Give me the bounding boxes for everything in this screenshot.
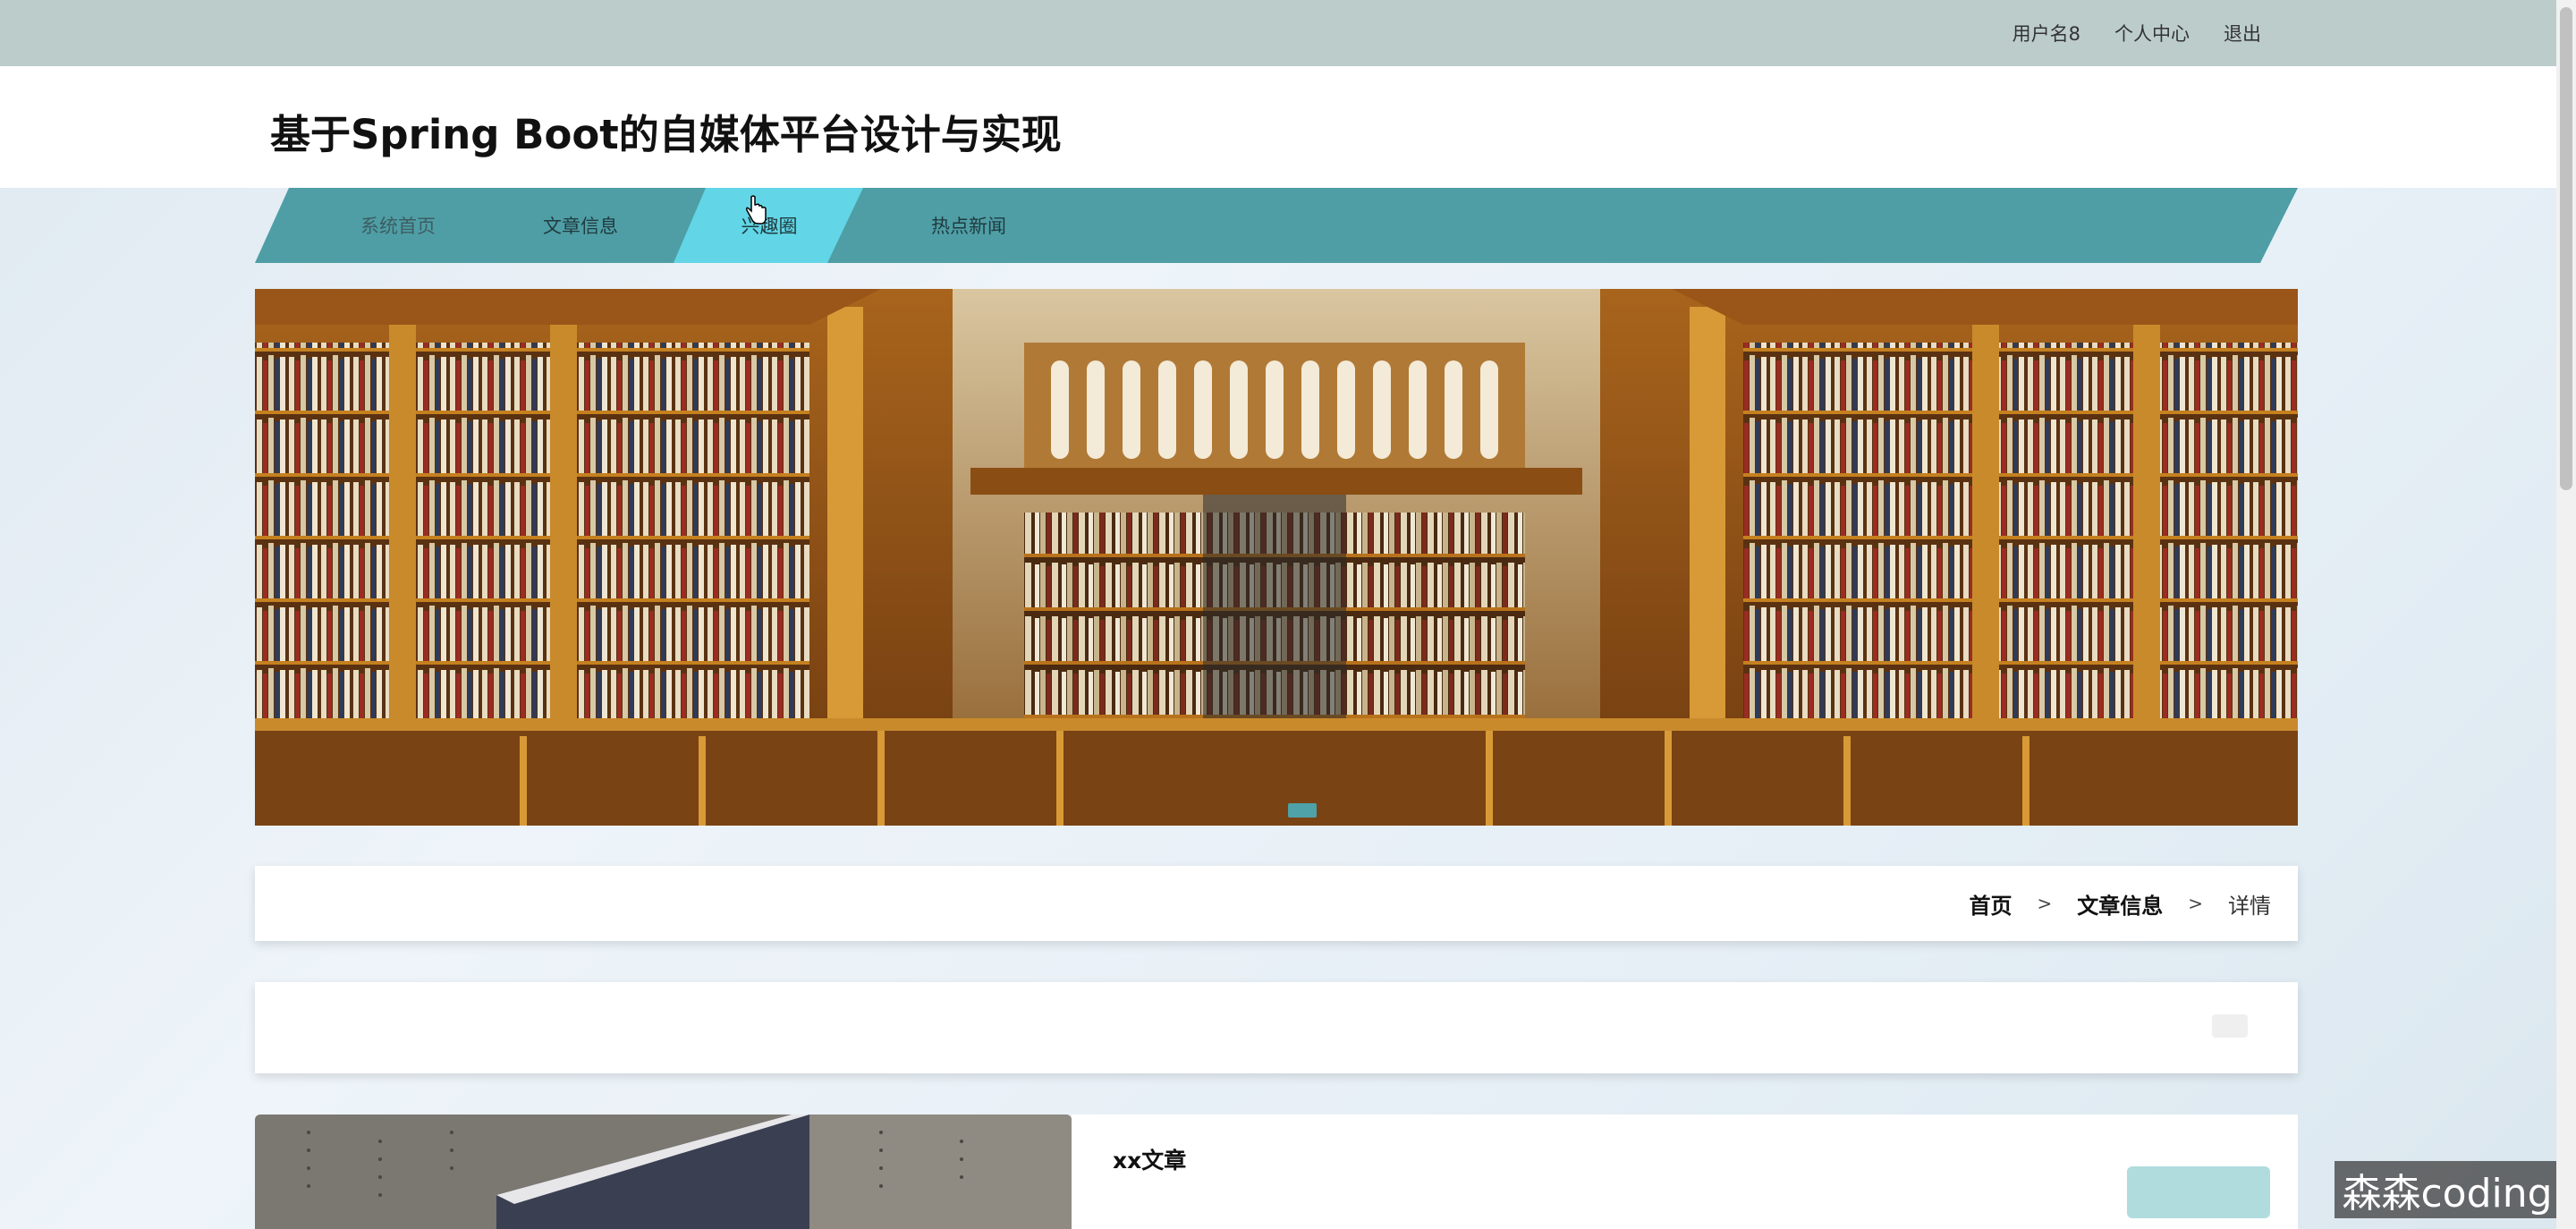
banner-carousel[interactable] bbox=[255, 289, 2298, 826]
breadcrumb-current: 详情 bbox=[2228, 893, 2271, 919]
scrollbar-thumb[interactable] bbox=[2560, 7, 2572, 490]
cover-art bbox=[255, 1115, 1072, 1229]
breadcrumb-box: 首页 > 文章信息 > 详情 bbox=[255, 866, 2298, 941]
logout-link[interactable]: 退出 bbox=[2224, 20, 2261, 47]
article-info-panel bbox=[1072, 1115, 2298, 1229]
breadcrumb-section[interactable]: 文章信息 bbox=[2077, 888, 2163, 920]
profile-link[interactable]: 个人中心 bbox=[2114, 20, 2190, 47]
breadcrumb-home[interactable]: 首页 bbox=[1969, 888, 2012, 920]
article-cover-image bbox=[255, 1115, 1072, 1229]
site-title: 基于Spring Boot的自媒体平台设计与实现 bbox=[270, 111, 1062, 158]
toolbar-panel bbox=[255, 982, 2298, 1073]
main-nav: 系统首页 文章信息 兴趣圈 热点新闻 bbox=[255, 188, 2298, 263]
toolbar-button[interactable] bbox=[2212, 1014, 2248, 1038]
username-link[interactable]: 用户名8 bbox=[2012, 20, 2080, 47]
nav-item-articles[interactable]: 文章信息 bbox=[491, 188, 670, 263]
site-header: 基于Spring Boot的自媒体平台设计与实现 bbox=[0, 66, 2556, 188]
nav-item-interest-circle[interactable]: 兴趣圈 bbox=[693, 188, 845, 263]
breadcrumb-separator: > bbox=[2188, 893, 2203, 914]
article-title: xx文章 bbox=[1113, 1148, 1187, 1174]
nav-item-hot-news[interactable]: 热点新闻 bbox=[879, 188, 1058, 263]
carousel-indicator[interactable] bbox=[1288, 803, 1317, 818]
breadcrumb-separator: > bbox=[2037, 893, 2053, 914]
breadcrumb: 首页 > 文章信息 > 详情 bbox=[1969, 866, 2271, 941]
page-scrollbar[interactable] bbox=[2556, 0, 2576, 1229]
library-image bbox=[255, 289, 2298, 826]
action-button[interactable] bbox=[2127, 1166, 2270, 1218]
top-bar: 用户名8 个人中心 退出 bbox=[0, 0, 2556, 66]
user-links: 用户名8 个人中心 退出 bbox=[2012, 0, 2261, 66]
nav-item-home[interactable]: 系统首页 bbox=[309, 188, 487, 263]
hand-cursor-icon bbox=[744, 195, 767, 229]
watermark: 森森coding bbox=[2334, 1161, 2560, 1218]
